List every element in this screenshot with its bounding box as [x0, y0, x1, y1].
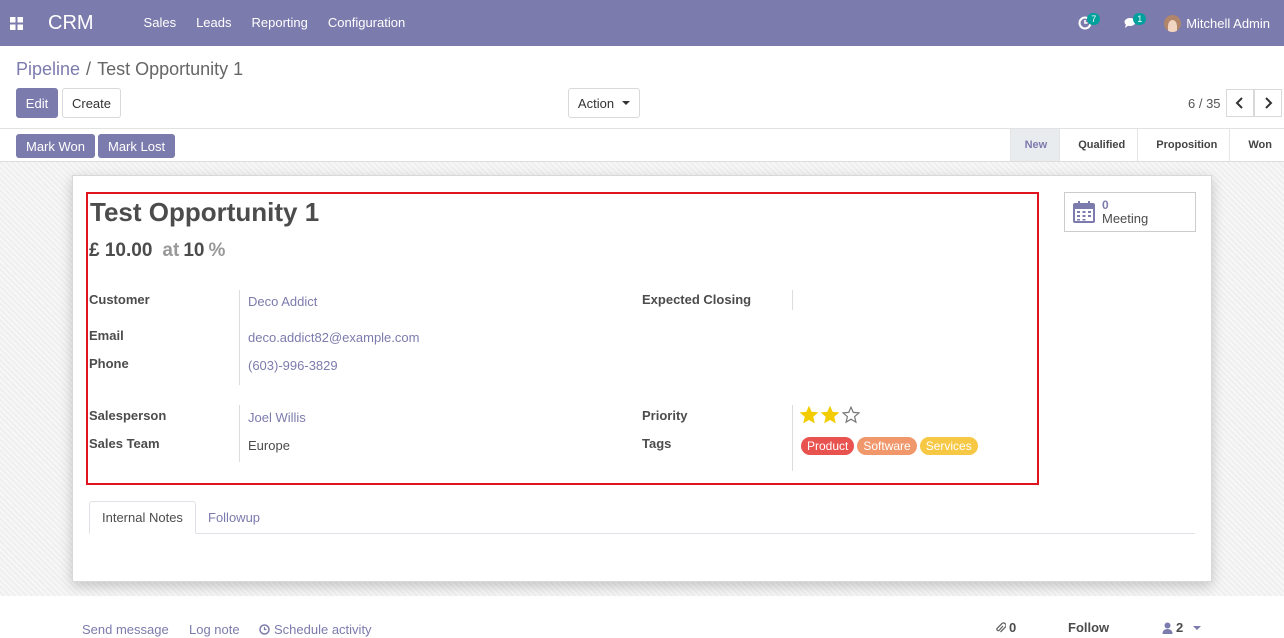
create-button[interactable]: Create [62, 88, 121, 118]
salesperson-field[interactable]: Joel Willis [248, 410, 306, 425]
menu-sales[interactable]: Sales [134, 0, 187, 46]
chevron-left-icon [1235, 97, 1243, 109]
sales-team-field[interactable]: Europe [248, 438, 290, 453]
schedule-activity-label: Schedule activity [274, 622, 372, 637]
caret-down-icon [1193, 625, 1202, 630]
messages-badge: 1 [1133, 13, 1147, 25]
attachments-button[interactable]: 0 [995, 620, 1016, 635]
attachments-count: 0 [1009, 620, 1017, 635]
meeting-label: Meeting [1102, 211, 1149, 226]
menu-leads[interactable]: Leads [186, 0, 241, 46]
breadcrumb: Pipeline / Test Opportunity 1 [16, 59, 243, 80]
user-avatar [1164, 14, 1182, 32]
messages-comments-icon[interactable]: 1 [1118, 0, 1147, 46]
pager-value[interactable]: 6 / 35 [1188, 96, 1221, 111]
tags-field[interactable]: Product Software Services [801, 437, 981, 455]
apps-menu-icon[interactable] [0, 0, 32, 46]
email-label: Email [89, 328, 124, 343]
menu-configuration[interactable]: Configuration [318, 0, 415, 46]
app-brand[interactable]: CRM [48, 12, 94, 35]
statusbar: Mark Won Mark Lost New Qualified Proposi… [0, 129, 1284, 162]
user-menu[interactable]: Mitchell Admin [1164, 14, 1270, 32]
priority-stars[interactable] [800, 406, 863, 424]
probability-value[interactable]: 10 [183, 240, 204, 262]
customer-label: Customer [89, 292, 150, 307]
priority-label: Priority [642, 408, 688, 423]
menu-reporting[interactable]: Reporting [242, 0, 318, 46]
opportunity-title[interactable]: Test Opportunity 1 [90, 197, 319, 228]
user-icon [1162, 622, 1173, 634]
customer-field[interactable]: Deco Addict [248, 294, 317, 309]
activity-badge: 7 [1087, 13, 1101, 25]
field-divider [239, 405, 240, 462]
pager-next-button[interactable] [1254, 89, 1282, 117]
clock-icon [259, 624, 270, 635]
action-label: Action [577, 95, 615, 111]
schedule-activity-button[interactable]: Schedule activity [259, 622, 372, 637]
calendar-icon [1073, 201, 1095, 223]
activity-clock-icon[interactable]: 7 [1072, 0, 1101, 46]
stage-pipeline: New Qualified Proposition Won [1009, 129, 1284, 161]
log-note-button[interactable]: Log note [189, 622, 240, 637]
star-filled-icon[interactable] [821, 406, 839, 424]
meeting-smart-button[interactable]: 0 Meeting [1064, 192, 1196, 232]
send-message-button[interactable]: Send message [82, 622, 169, 637]
phone-field[interactable]: (603)-996-3829 [248, 358, 338, 373]
systray: 7 1 Mitchell Admin [1072, 0, 1284, 46]
star-filled-icon[interactable] [800, 406, 818, 424]
action-dropdown[interactable]: Action [568, 88, 640, 118]
followers-button[interactable]: 2 [1162, 620, 1202, 635]
tag-product[interactable]: Product [801, 437, 855, 455]
breadcrumb-current: Test Opportunity 1 [97, 59, 244, 79]
star-empty-icon[interactable] [842, 406, 860, 424]
salesperson-label: Salesperson [89, 408, 167, 423]
breadcrumb-separator: / [86, 59, 92, 79]
stage-won[interactable]: Won [1229, 129, 1284, 161]
at-label: at [162, 240, 180, 261]
expected-closing-label: Expected Closing [642, 292, 752, 307]
mark-lost-button[interactable]: Mark Lost [98, 134, 176, 158]
pager-previous-button[interactable] [1226, 89, 1254, 117]
top-navbar: CRM Sales Leads Reporting Configuration … [0, 0, 1284, 46]
tab-internal-notes[interactable]: Internal Notes [89, 501, 196, 534]
follow-button[interactable]: Follow [1068, 620, 1109, 635]
stage-proposition[interactable]: Proposition [1137, 129, 1229, 161]
expected-revenue-row: £ 10.00 at 10 % [89, 240, 225, 262]
stage-qualified[interactable]: Qualified [1059, 129, 1137, 161]
tags-label: Tags [642, 436, 672, 451]
field-divider [792, 290, 793, 310]
breadcrumb-pipeline[interactable]: Pipeline [16, 59, 80, 80]
expected-revenue[interactable]: £ 10.00 [89, 240, 152, 262]
user-name: Mitchell Admin [1186, 15, 1270, 31]
main-menu: Sales Leads Reporting Configuration [134, 0, 416, 46]
mark-won-button[interactable]: Mark Won [16, 134, 95, 158]
meeting-count: 0 [1102, 198, 1109, 212]
phone-label: Phone [89, 356, 129, 371]
caret-down-icon [622, 101, 631, 105]
chevron-right-icon [1265, 97, 1273, 109]
email-field[interactable]: deco.addict82@example.com [248, 330, 419, 345]
edit-button[interactable]: Edit [16, 88, 58, 118]
tag-software[interactable]: Software [857, 437, 917, 455]
field-divider [239, 290, 240, 385]
stage-new[interactable]: New [1009, 129, 1060, 161]
paperclip-icon [996, 621, 1006, 632]
notebook-tabs: Internal Notes Followup [89, 501, 1195, 534]
followers-count: 2 [1176, 620, 1184, 635]
tag-services[interactable]: Services [919, 437, 978, 455]
sales-team-label: Sales Team [89, 436, 160, 451]
field-divider [792, 405, 793, 471]
tab-followup[interactable]: Followup [196, 501, 272, 534]
percent-sign: % [208, 240, 226, 261]
